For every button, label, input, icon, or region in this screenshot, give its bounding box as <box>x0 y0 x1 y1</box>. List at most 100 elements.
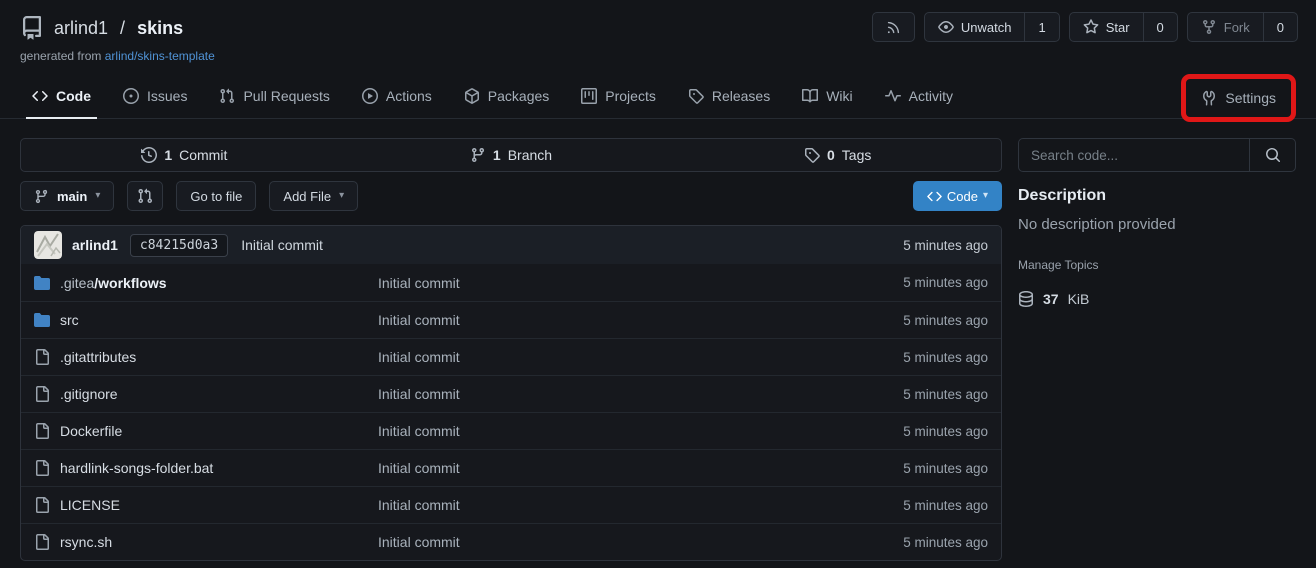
tab-activity[interactable]: Activity <box>873 73 965 118</box>
tab-code[interactable]: Code <box>20 73 103 118</box>
file-name-link[interactable]: rsync.sh <box>60 534 112 550</box>
add-file-label: Add File <box>283 189 331 204</box>
file-table: arlind1 c84215d0a3 Initial commit 5 minu… <box>20 225 1002 561</box>
branches-label: Branch <box>508 147 552 163</box>
branch-selector[interactable]: main ▾ <box>20 181 114 211</box>
forks-count[interactable]: 0 <box>1263 13 1297 41</box>
repo-stats-bar: 1 Commit 1 Branch 0 Tags <box>20 138 1002 172</box>
template-repo-link[interactable]: arlind/skins-template <box>105 49 215 63</box>
file-commit-message[interactable]: Initial commit <box>378 534 903 550</box>
issue-icon <box>123 88 139 104</box>
file-name-link[interactable]: src <box>60 312 79 328</box>
manage-topics-link[interactable]: Manage Topics <box>1018 258 1099 272</box>
tab-projects-label: Projects <box>605 88 656 104</box>
search-button[interactable] <box>1249 139 1295 171</box>
file-name-link[interactable]: .gitea/workflows <box>60 275 167 291</box>
tab-packages[interactable]: Packages <box>452 73 561 118</box>
tab-releases-label: Releases <box>712 88 770 104</box>
file-icon <box>34 460 50 476</box>
latest-commit-row: arlind1 c84215d0a3 Initial commit 5 minu… <box>21 226 1001 264</box>
tag-icon <box>688 88 704 104</box>
project-icon <box>581 88 597 104</box>
file-commit-time: 5 minutes ago <box>903 350 988 365</box>
file-name-link[interactable]: Dockerfile <box>60 423 122 439</box>
file-commit-message[interactable]: Initial commit <box>378 312 903 328</box>
file-commit-message[interactable]: Initial commit <box>378 275 903 291</box>
repo-tab-bar: Code Issues Pull Requests Actions Packag… <box>0 73 1316 119</box>
unwatch-button[interactable]: Unwatch <box>925 13 1025 41</box>
avatar[interactable] <box>34 231 62 259</box>
add-file-button[interactable]: Add File ▾ <box>269 181 358 211</box>
package-icon <box>464 88 480 104</box>
description-text: No description provided <box>1018 216 1296 233</box>
file-name-link[interactable]: .gitignore <box>60 386 118 402</box>
file-name-cell: src <box>34 312 378 328</box>
compare-button[interactable] <box>127 181 163 211</box>
file-list: .gitea/workflows Initial commit 5 minute… <box>21 264 1001 560</box>
watch-button-group: Unwatch 1 <box>924 12 1060 42</box>
tags-count: 0 <box>827 147 835 163</box>
file-commit-message[interactable]: Initial commit <box>378 349 903 365</box>
branches-count: 1 <box>493 147 501 163</box>
file-name-cell: LICENSE <box>34 497 378 513</box>
file-name-link[interactable]: LICENSE <box>60 497 120 513</box>
fork-button[interactable]: Fork <box>1188 13 1263 41</box>
file-row: src Initial commit 5 minutes ago <box>21 301 1001 338</box>
file-commit-message[interactable]: Initial commit <box>378 386 903 402</box>
tab-settings[interactable]: Settings <box>1191 90 1286 106</box>
tab-code-label: Code <box>56 88 91 104</box>
tab-releases[interactable]: Releases <box>676 73 782 118</box>
repo-name-link[interactable]: skins <box>137 18 183 39</box>
go-to-file-button[interactable]: Go to file <box>176 181 256 211</box>
generated-from: generated from arlind/skins-template <box>20 49 1296 63</box>
code-icon <box>927 189 942 204</box>
commits-stat[interactable]: 1 Commit <box>21 147 348 163</box>
pull-request-icon <box>219 88 235 104</box>
code-download-label: Code <box>947 189 978 204</box>
repo-owner-link[interactable]: arlind1 <box>54 18 108 39</box>
commit-sha-link[interactable]: c84215d0a3 <box>130 234 228 257</box>
rss-button-group <box>872 12 915 42</box>
tab-actions[interactable]: Actions <box>350 73 444 118</box>
star-button-group: Star 0 <box>1069 12 1178 42</box>
history-icon <box>141 147 157 163</box>
file-commit-message[interactable]: Initial commit <box>378 460 903 476</box>
description-title: Description <box>1018 187 1296 205</box>
file-name-cell: Dockerfile <box>34 423 378 439</box>
file-row: rsync.sh Initial commit 5 minutes ago <box>21 523 1001 560</box>
star-button[interactable]: Star <box>1070 13 1143 41</box>
commit-message-link[interactable]: Initial commit <box>241 237 323 253</box>
file-commit-message[interactable]: Initial commit <box>378 497 903 513</box>
file-name-cell: hardlink-songs-folder.bat <box>34 460 378 476</box>
go-to-file-label: Go to file <box>190 189 242 204</box>
rss-button[interactable] <box>873 13 914 41</box>
tab-packages-label: Packages <box>488 88 549 104</box>
commit-author-link[interactable]: arlind1 <box>72 237 118 253</box>
sidebar: Description No description provided Mana… <box>1018 138 1296 307</box>
file-name-cell: .gitea/workflows <box>34 275 378 291</box>
code-download-button[interactable]: Code ▾ <box>913 181 1002 211</box>
rss-icon <box>886 20 901 35</box>
file-row: LICENSE Initial commit 5 minutes ago <box>21 486 1001 523</box>
stars-count[interactable]: 0 <box>1143 13 1177 41</box>
fork-label: Fork <box>1224 20 1250 35</box>
file-name-link[interactable]: hardlink-songs-folder.bat <box>60 460 213 476</box>
file-commit-time: 5 minutes ago <box>903 461 988 476</box>
folder-icon <box>34 312 50 328</box>
file-commit-time: 5 minutes ago <box>903 424 988 439</box>
file-name-link[interactable]: .gitattributes <box>60 349 136 365</box>
star-label: Star <box>1106 20 1130 35</box>
watchers-count[interactable]: 1 <box>1024 13 1058 41</box>
file-commit-message[interactable]: Initial commit <box>378 423 903 439</box>
branches-stat[interactable]: 1 Branch <box>348 147 675 163</box>
code-icon <box>32 88 48 104</box>
tab-projects[interactable]: Projects <box>569 73 668 118</box>
repo-header: arlind1 / skins generated from arlind/sk… <box>0 0 1316 63</box>
search-input[interactable] <box>1019 139 1249 171</box>
tab-pull-requests[interactable]: Pull Requests <box>207 73 341 118</box>
play-circle-icon <box>362 88 378 104</box>
file-row: hardlink-songs-folder.bat Initial commit… <box>21 449 1001 486</box>
tab-issues[interactable]: Issues <box>111 73 199 118</box>
tab-wiki[interactable]: Wiki <box>790 73 864 118</box>
tags-stat[interactable]: 0 Tags <box>674 147 1001 163</box>
